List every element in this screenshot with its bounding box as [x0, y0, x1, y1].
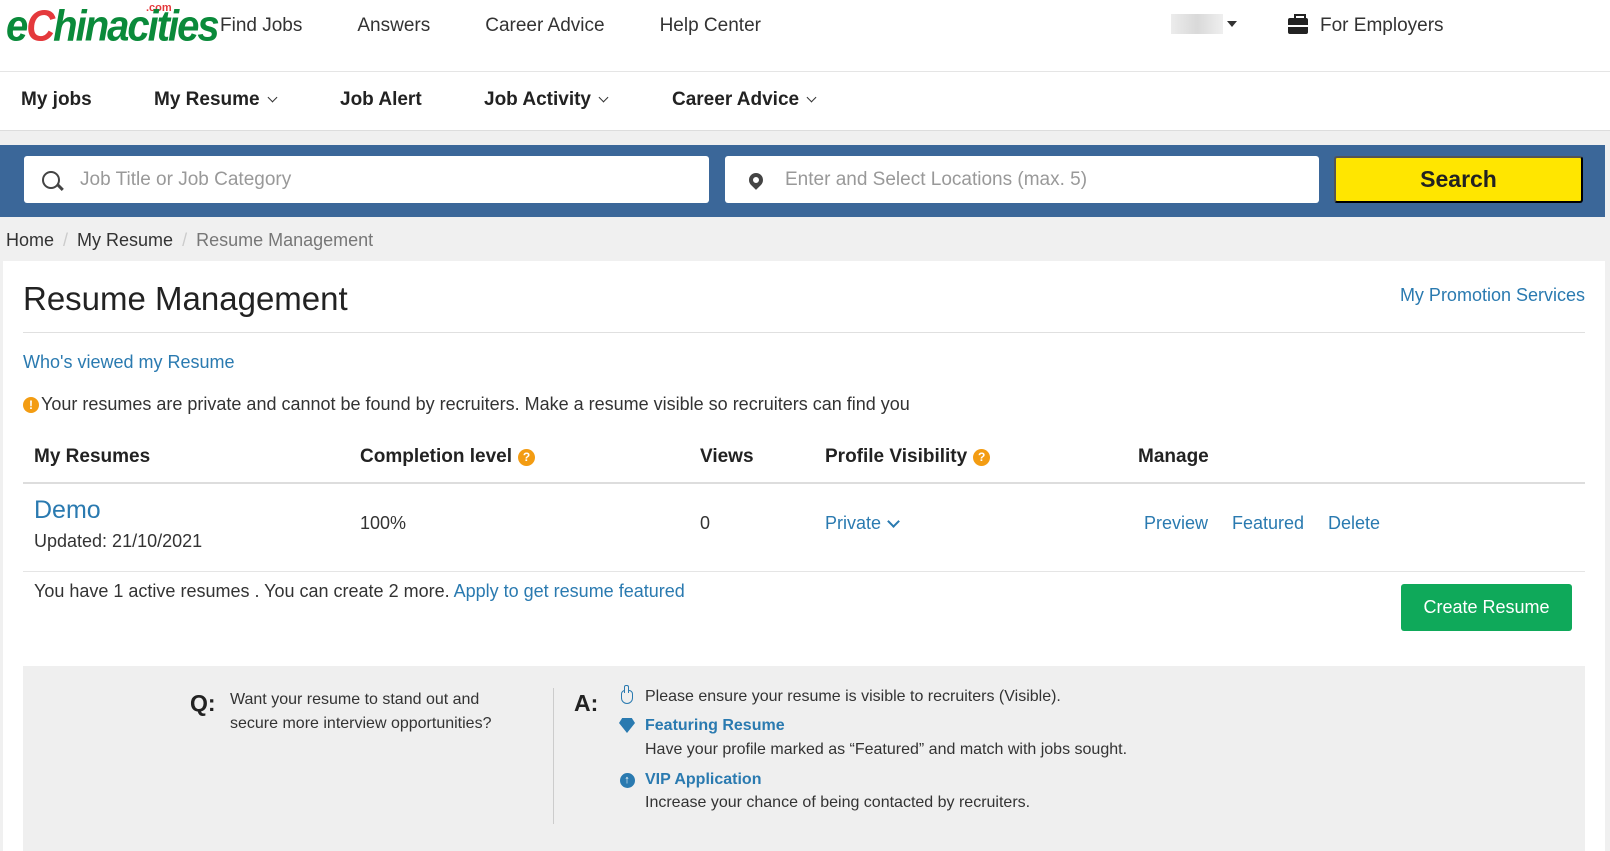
col-my-resumes: My Resumes — [34, 446, 151, 467]
chevron-down-icon — [598, 92, 609, 103]
col-manage: Manage — [1138, 446, 1209, 467]
briefcase-icon — [1288, 14, 1308, 34]
caret-down-icon — [1227, 21, 1237, 27]
search-button[interactable]: Search — [1334, 156, 1583, 203]
visible-tip: Please ensure your resume is visible to … — [619, 685, 1061, 706]
question-circle-icon[interactable]: ? — [518, 448, 536, 466]
avatar — [1171, 14, 1223, 34]
top-nav: Find Jobs Answers Career Advice Help Cen… — [220, 15, 816, 37]
secondary-nav: My jobs My Resume Job Alert Job Activity… — [0, 72, 1610, 131]
subnav-career-advice[interactable]: Career Advice — [672, 89, 817, 111]
question-circle-icon[interactable]: ? — [973, 448, 991, 466]
create-resume-button[interactable]: Create Resume — [1401, 584, 1572, 631]
chevron-down-icon — [267, 92, 278, 103]
breadcrumb-home[interactable]: Home — [6, 230, 54, 251]
map-pin-icon — [746, 169, 766, 190]
nav-career-advice[interactable]: Career Advice — [485, 15, 604, 37]
diamond-icon — [619, 723, 635, 733]
subnav-my-jobs[interactable]: My jobs — [21, 89, 92, 111]
resume-management-card: Resume Management My Promotion Services … — [3, 261, 1605, 851]
featuring-resume-link[interactable]: Featuring Resume — [645, 717, 785, 735]
arrow-up-circle-icon: ↑ — [619, 772, 635, 788]
a-label: A: — [574, 690, 599, 716]
job-search-input[interactable]: Job Title or Job Category — [24, 156, 709, 203]
visibility-dropdown[interactable]: Private — [825, 513, 900, 534]
subnav-my-resume[interactable]: My Resume — [154, 89, 278, 111]
resume-name-link[interactable]: Demo — [34, 496, 101, 525]
breadcrumb-my-resume[interactable]: My Resume — [77, 230, 173, 251]
search-bar: Job Title or Job Category Enter and Sele… — [0, 145, 1605, 217]
user-menu[interactable] — [1171, 14, 1237, 34]
privacy-notice: ! Your resumes are private and cannot be… — [23, 394, 910, 415]
for-employers-link[interactable]: For Employers — [1288, 14, 1444, 37]
breadcrumb-current: Resume Management — [196, 230, 374, 250]
subnav-job-activity[interactable]: Job Activity — [484, 89, 609, 111]
vip-application-item: ↑ VIP Application — [619, 771, 761, 789]
col-completion: Completion level? — [360, 446, 536, 468]
nav-answers[interactable]: Answers — [357, 15, 430, 37]
nav-find-jobs[interactable]: Find Jobs — [220, 15, 302, 37]
search-icon — [42, 170, 60, 189]
completion-value: 100% — [360, 513, 407, 533]
question-text: Want your resume to stand out and secure… — [230, 691, 492, 732]
featuring-resume-desc: Have your profile marked as “Featured” a… — [645, 741, 1128, 758]
whos-viewed-link[interactable]: Who's viewed my Resume — [23, 352, 235, 373]
qa-divider — [553, 688, 554, 824]
views-value: 0 — [700, 513, 711, 533]
col-views: Views — [700, 446, 754, 467]
vip-application-desc: Increase your chance of being contacted … — [645, 794, 1031, 811]
featuring-resume-item: Featuring Resume — [619, 717, 785, 735]
apply-featured-link[interactable]: Apply to get resume featured — [454, 581, 685, 601]
page-title: Resume Management — [23, 280, 348, 317]
breadcrumb: Home / My Resume / Resume Management — [6, 230, 374, 251]
qa-box: Q: Want your resume to stand out and sec… — [23, 666, 1585, 851]
delete-link[interactable]: Delete — [1328, 513, 1380, 534]
subnav-job-alert[interactable]: Job Alert — [340, 89, 422, 111]
resume-updated: Updated: 21/10/2021 — [34, 531, 203, 551]
chevron-down-icon — [806, 92, 817, 103]
active-resumes-info: You have 1 active resumes . You can crea… — [34, 581, 685, 601]
divider — [23, 332, 1585, 333]
pointer-hand-icon — [621, 685, 633, 704]
divider — [23, 571, 1585, 572]
preview-link[interactable]: Preview — [1144, 513, 1208, 534]
col-visibility: Profile Visibility? — [825, 446, 991, 468]
site-logo[interactable]: .com eChinacities — [6, 2, 220, 50]
exclamation-circle-icon: ! — [23, 396, 39, 413]
featured-link[interactable]: Featured — [1232, 513, 1304, 534]
chevron-down-icon — [887, 514, 900, 528]
promotion-services-link[interactable]: My Promotion Services — [1400, 285, 1585, 306]
top-header: .com eChinacities Find Jobs Answers Care… — [0, 0, 1610, 72]
location-input[interactable]: Enter and Select Locations (max. 5) — [725, 156, 1319, 203]
q-label: Q: — [190, 690, 216, 716]
vip-application-link[interactable]: VIP Application — [645, 771, 761, 789]
table-header-divider — [23, 482, 1585, 484]
nav-help-center[interactable]: Help Center — [660, 15, 761, 37]
